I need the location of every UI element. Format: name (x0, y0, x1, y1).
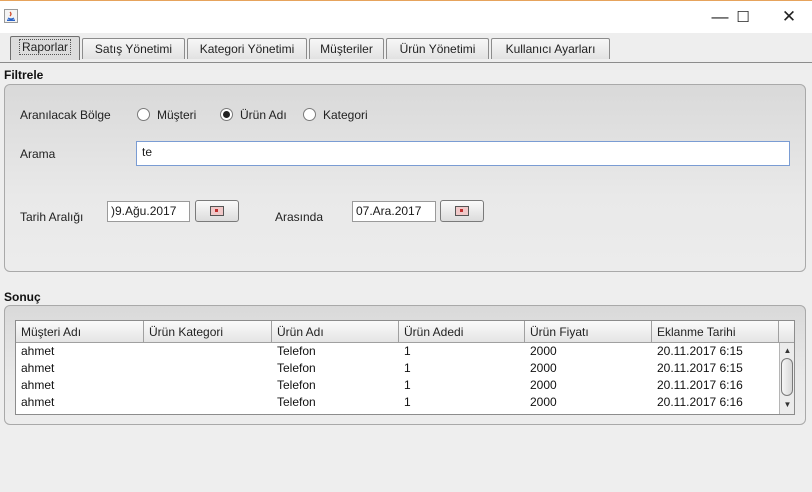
radio-urun-adi-label[interactable]: Ürün Adı (240, 108, 287, 122)
table-cell: 20.11.2017 6:16 (657, 395, 743, 409)
tab-raporlar[interactable]: Raporlar (10, 36, 80, 60)
table-cell (144, 362, 272, 375)
calendar-icon (455, 206, 469, 216)
calendar-icon (210, 206, 224, 216)
table-cell: ahmet (21, 395, 55, 409)
tab-label: Kullanıcı Ayarları (505, 42, 596, 56)
table-scrollbar[interactable]: ▲ ▼ (779, 343, 794, 414)
table-cell: 1 (404, 395, 411, 409)
table-cell (144, 379, 272, 392)
tab-label: Raporlar (18, 39, 72, 55)
scroll-up-arrow-icon[interactable]: ▲ (780, 345, 794, 357)
start-date-field[interactable]: )9.Ağu.2017 (107, 201, 190, 222)
tab-urun-yonetimi[interactable]: Ürün Yönetimi (386, 38, 489, 59)
table-cell: Telefon (277, 344, 316, 358)
tab-kategori-yonetimi[interactable]: Kategori Yönetimi (187, 38, 307, 59)
filter-panel (4, 84, 806, 272)
radio-urun-adi[interactable] (220, 108, 233, 121)
scroll-down-arrow-icon[interactable]: ▼ (780, 399, 794, 411)
table-row[interactable]: ahmet Telefon 1 2000 20.11.2017 6:16 (16, 396, 778, 409)
column-header-eklanme-tarihi[interactable]: Eklanme Tarihi (652, 321, 779, 343)
column-header-urun-adedi[interactable]: Ürün Adedi (399, 321, 525, 343)
table-cell (144, 396, 272, 409)
column-header-corner (779, 321, 794, 343)
radio-kategori-label[interactable]: Kategori (323, 108, 368, 122)
column-header-musteri-adi[interactable]: Müşteri Adı (16, 321, 144, 343)
table-row[interactable]: ahmet Telefon 1 2000 20.11.2017 6:16 (16, 379, 778, 392)
table-cell: 20.11.2017 6:15 (657, 361, 743, 375)
close-button[interactable]: ✕ (766, 1, 812, 33)
column-header-urun-fiyati[interactable]: Ürün Fiyatı (525, 321, 652, 343)
java-app-icon (4, 9, 18, 23)
search-area-label: Aranılacak Bölge (20, 108, 111, 122)
radio-musteri-label[interactable]: Müşteri (157, 108, 196, 122)
column-header-urun-adi[interactable]: Ürün Adı (272, 321, 399, 343)
table-cell: 1 (404, 344, 411, 358)
table-row[interactable]: ahmet Telefon 1 2000 20.11.2017 6:15 (16, 362, 778, 375)
radio-kategori[interactable] (303, 108, 316, 121)
table-cell: 1 (404, 378, 411, 392)
search-input[interactable]: te (136, 141, 790, 166)
tab-kullanici-ayarlari[interactable]: Kullanıcı Ayarları (491, 38, 610, 59)
results-table[interactable]: Müşteri Adı Ürün Kategori Ürün Adı Ürün … (15, 320, 795, 415)
column-header-urun-kategori[interactable]: Ürün Kategori (144, 321, 272, 343)
search-label: Arama (20, 147, 56, 161)
scrollbar-thumb[interactable] (781, 358, 793, 396)
table-cell: ahmet (21, 361, 55, 375)
tab-satis-yonetimi[interactable]: Satış Yönetimi (82, 38, 185, 59)
table-cell: 20.11.2017 6:16 (657, 378, 743, 392)
tab-divider (0, 62, 812, 63)
tab-label: Satış Yönetimi (94, 42, 173, 56)
tab-label: Müşteriler (320, 42, 373, 56)
end-date-calendar-button[interactable] (440, 200, 484, 222)
filter-section-title: Filtrele (4, 68, 44, 82)
table-cell: Telefon (277, 378, 316, 392)
table-cell: Telefon (277, 361, 316, 375)
table-row[interactable]: ahmet Telefon 1 2000 20.11.2017 6:15 (16, 345, 778, 358)
table-cell: 2000 (530, 361, 557, 375)
tab-label: Kategori Yönetimi (199, 42, 295, 56)
date-range-label: Tarih Aralığı (20, 210, 84, 224)
start-date-calendar-button[interactable] (195, 200, 239, 222)
table-cell: 2000 (530, 378, 557, 392)
radio-musteri[interactable] (137, 108, 150, 121)
results-section-title: Sonuç (4, 290, 41, 304)
table-cell: 2000 (530, 344, 557, 358)
maximize-button[interactable]: ☐ (720, 1, 766, 33)
tab-label: Ürün Yönetimi (399, 42, 476, 56)
window-titlebar[interactable]: — ☐ ✕ (0, 0, 812, 33)
table-cell: 2000 (530, 395, 557, 409)
table-cell: ahmet (21, 344, 55, 358)
table-cell: 1 (404, 361, 411, 375)
table-cell (144, 345, 272, 358)
tab-musteriler[interactable]: Müşteriler (309, 38, 384, 59)
table-cell: ahmet (21, 378, 55, 392)
end-date-field[interactable]: 07.Ara.2017 (352, 201, 436, 222)
table-cell: 20.11.2017 6:15 (657, 344, 743, 358)
tab-bar: Raporlar Satış Yönetimi Kategori Yönetim… (0, 33, 812, 63)
between-label: Arasında (275, 210, 324, 224)
table-cell: Telefon (277, 395, 316, 409)
